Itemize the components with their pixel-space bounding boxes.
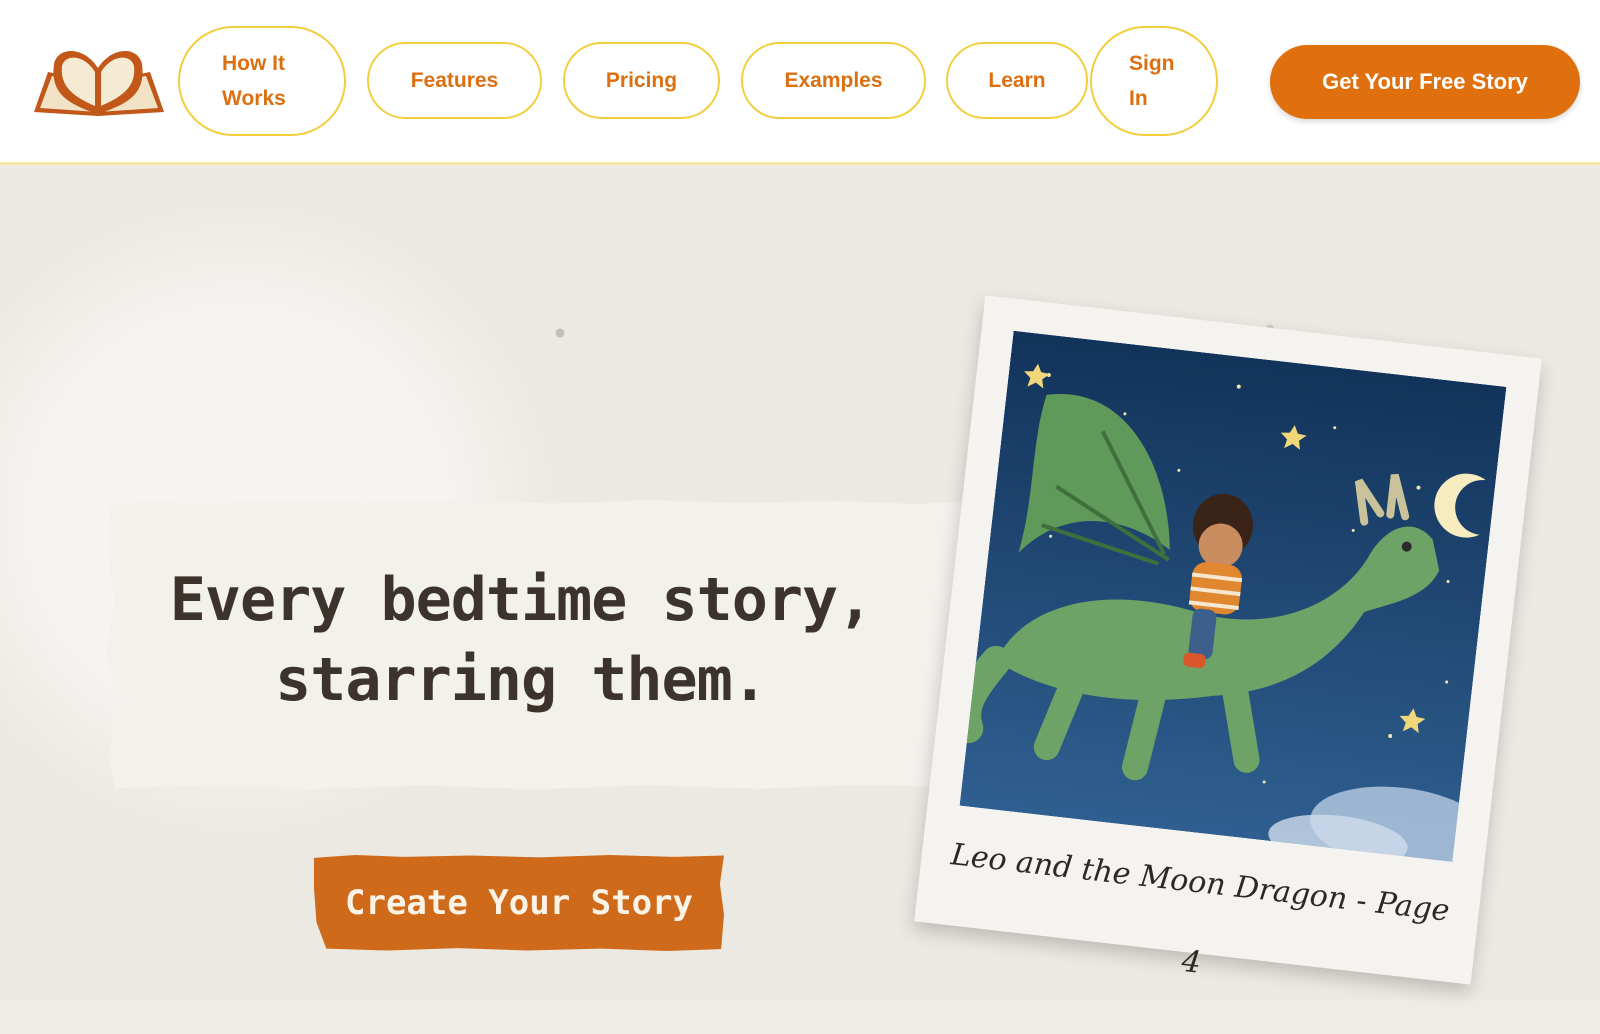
nav-how-it-works-line1: How It: [222, 52, 285, 75]
nav-sign-in-line2: In: [1129, 87, 1148, 110]
nav-how-it-works-line2: Works: [222, 87, 286, 110]
create-your-story-button[interactable]: Create Your Story: [314, 855, 724, 951]
open-book-heart-logo-icon[interactable]: [28, 42, 170, 122]
nav-pricing[interactable]: Pricing: [563, 42, 720, 119]
nav-features[interactable]: Features: [367, 42, 542, 119]
polaroid-photo: Leo and the Moon Dragon - Page 4: [914, 295, 1542, 985]
get-free-story-button[interactable]: Get Your Free Story: [1270, 45, 1580, 119]
nav-learn[interactable]: Learn: [946, 42, 1088, 119]
hero-headline: Every bedtime story, starring them.: [106, 560, 936, 720]
nav-pricing-label: Pricing: [605, 69, 678, 92]
nav-sign-in-line1: Sign: [1129, 52, 1175, 75]
dragon-illustration: [959, 330, 1507, 862]
site-header: How It Works Features Pricing Examples L…: [0, 0, 1600, 165]
nav-examples[interactable]: Examples: [741, 42, 926, 119]
nav-sign-in[interactable]: Sign In: [1090, 26, 1218, 136]
headline-line2: starring them.: [275, 645, 768, 715]
nav-how-it-works[interactable]: How It Works: [178, 26, 346, 136]
headline-line1: Every bedtime story,: [169, 565, 873, 635]
nav-learn-label: Learn: [988, 69, 1046, 92]
nav-features-label: Features: [410, 69, 499, 92]
nav-examples-label: Examples: [784, 69, 883, 92]
